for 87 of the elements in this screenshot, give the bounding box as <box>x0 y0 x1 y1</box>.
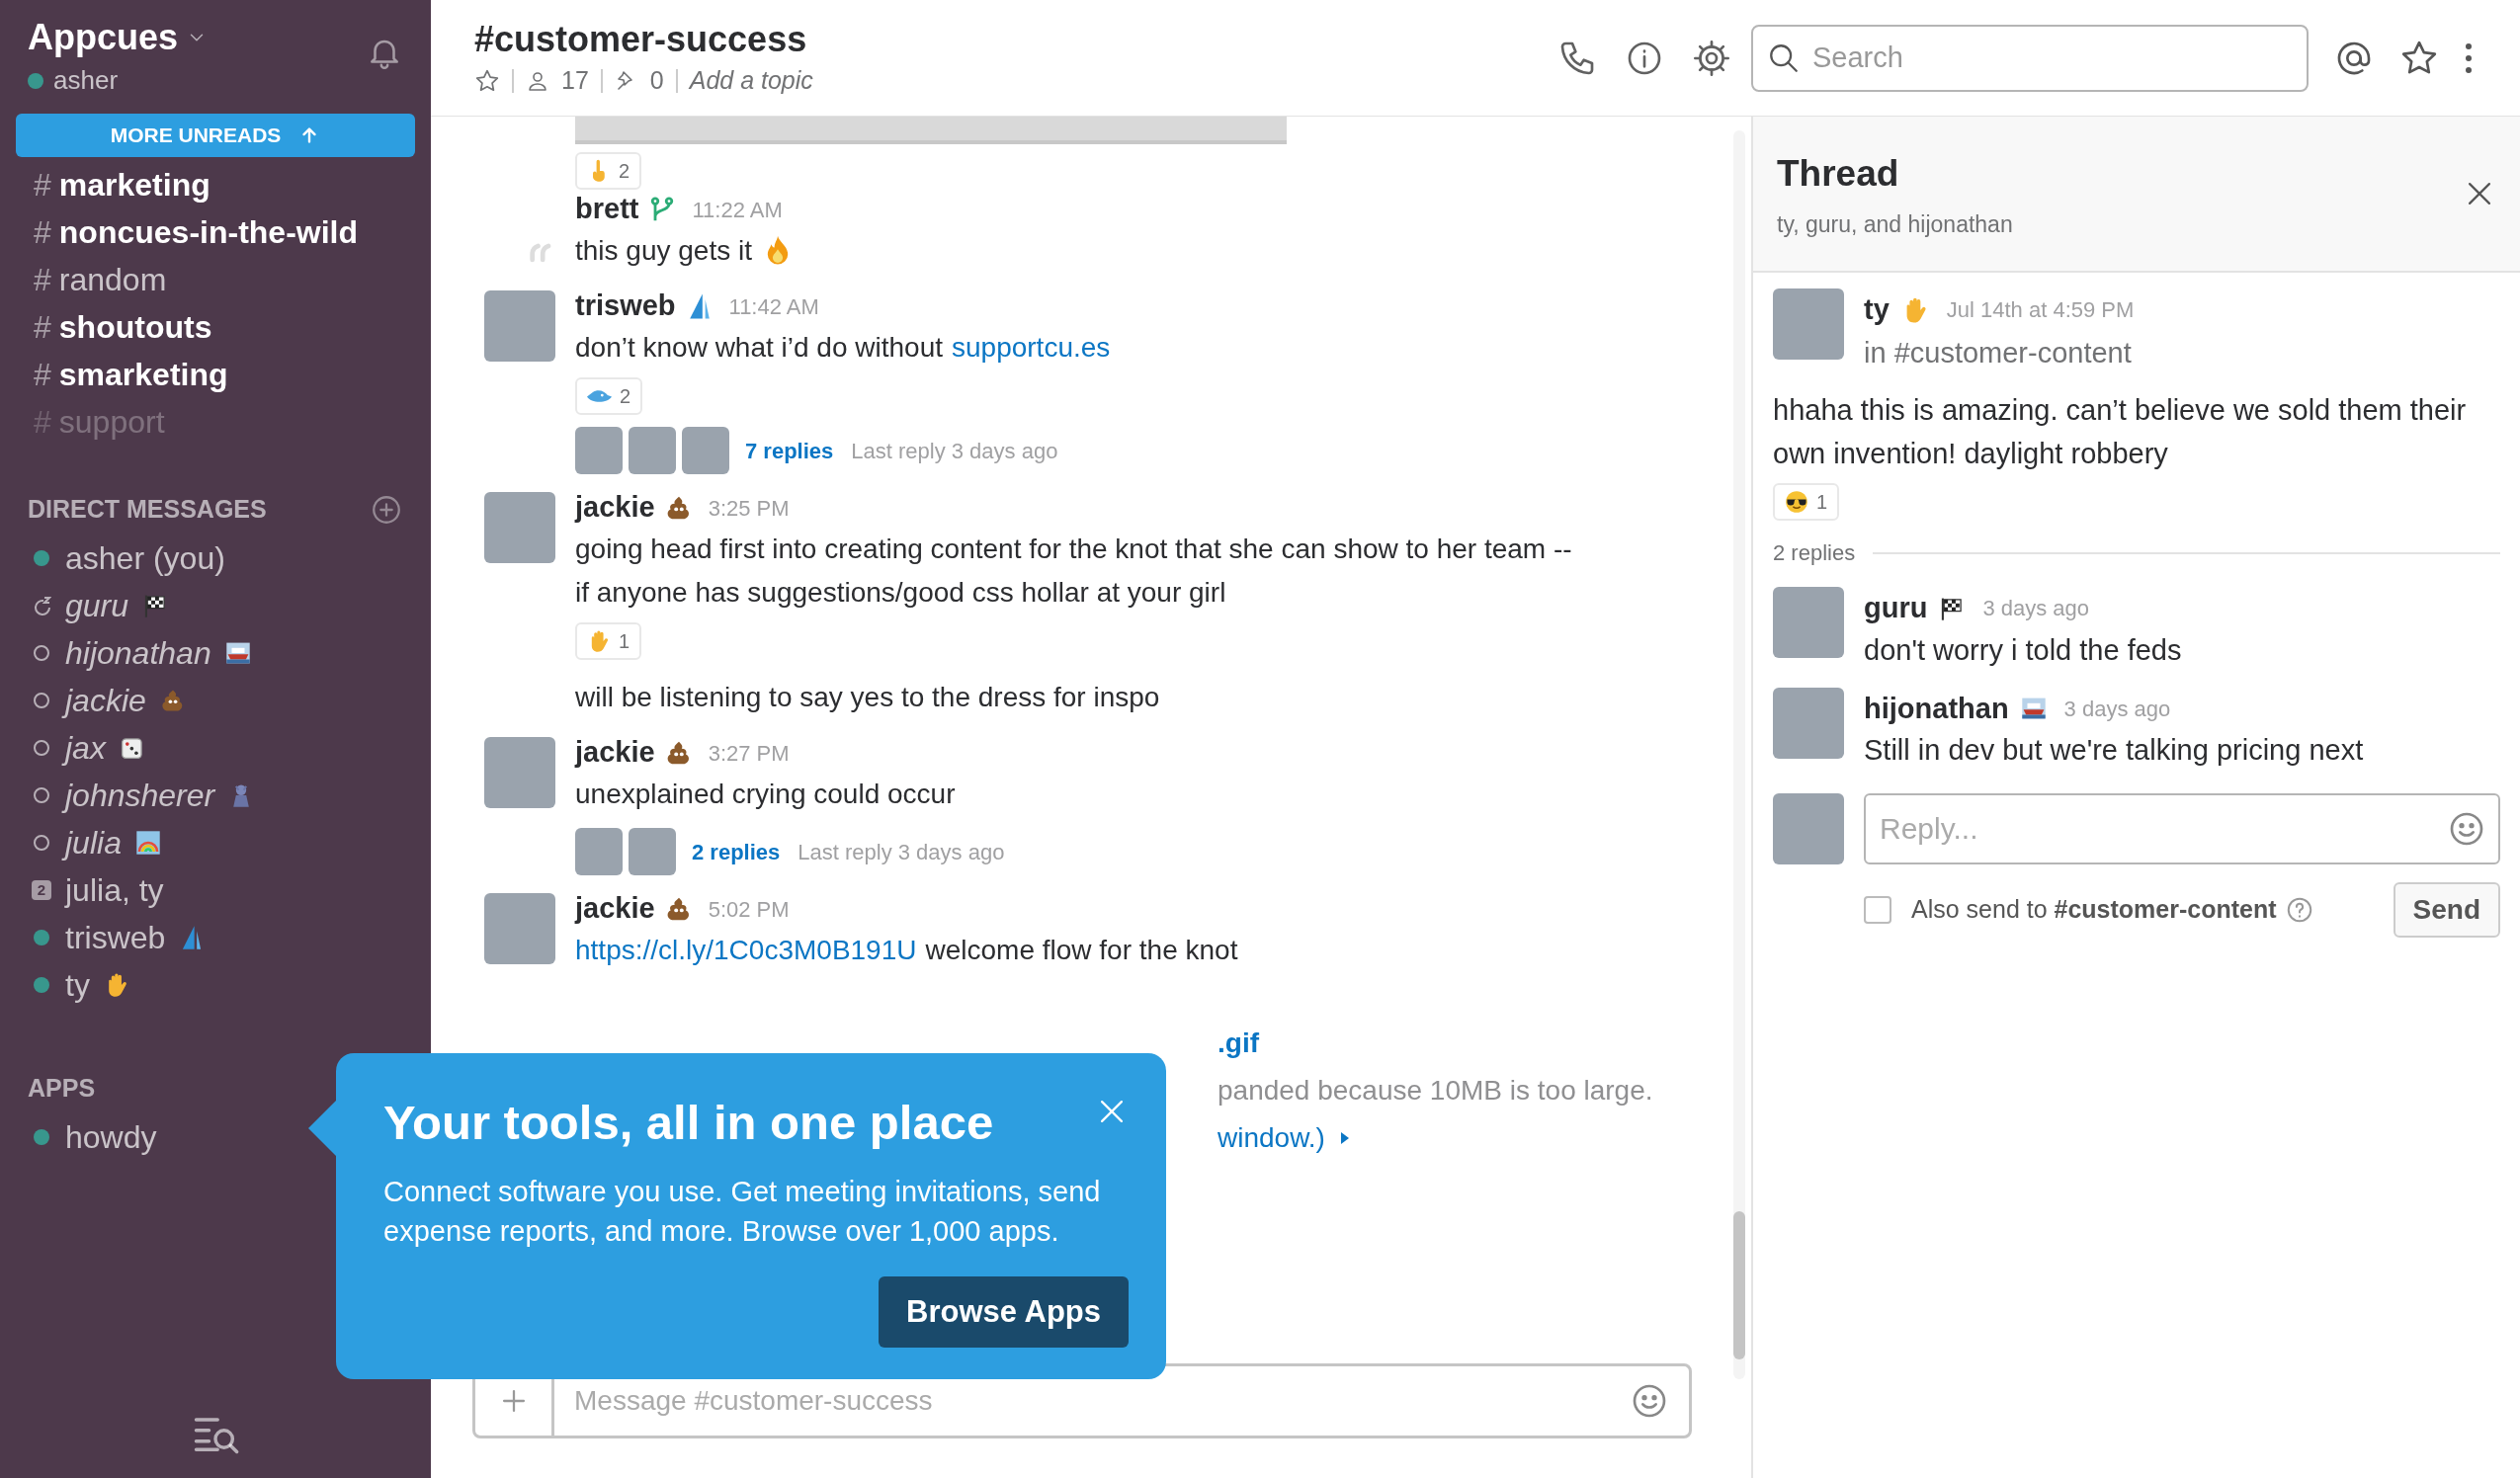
browse-apps-button[interactable]: Browse Apps <box>879 1276 1129 1348</box>
channel-item[interactable]: # shoutouts <box>0 303 431 351</box>
author-name[interactable]: ty <box>1864 288 1890 332</box>
file-link[interactable]: .gif <box>1218 1022 1694 1065</box>
author-name[interactable]: jackie <box>575 887 655 931</box>
message-text: if anyone has suggestions/good css hollar at your girl <box>575 576 1226 610</box>
direct-message-item[interactable]: 2 julia, ty <box>0 866 431 914</box>
pin-count[interactable]: 0 <box>649 61 664 100</box>
replies-link[interactable]: 7 replies <box>745 434 834 467</box>
message-input[interactable]: Message #customer-success <box>472 1363 1692 1438</box>
checkbox-label: Also send to #customer-content <box>1911 894 2277 926</box>
message-text: will be listening to say yes to the dress for inspo <box>575 681 1160 714</box>
popup-text: Connect software you use. Get meeting invitations, send expense reports, and more. Browse over 1,000 apps. <box>383 1175 1102 1249</box>
rainbow-icon <box>134 830 161 856</box>
member-count[interactable]: 17 <box>561 61 589 100</box>
group-count-badge: 2 <box>32 880 51 900</box>
thread-participants: ty, guru, and hijonathan <box>1777 209 2013 239</box>
star-icon[interactable] <box>474 67 500 94</box>
message-text: don’t know what i’d do without <box>575 331 943 365</box>
direct-message-item[interactable]: guru <box>0 582 431 629</box>
avatar-photo <box>629 427 676 474</box>
ship-icon <box>224 640 251 666</box>
popup-title: Your tools, all in one place <box>383 1095 994 1151</box>
avatar-photo <box>682 427 729 474</box>
author-name[interactable]: guru <box>1864 587 1928 630</box>
last-reply-text: Last reply 3 days ago <box>851 437 1058 465</box>
die-icon <box>119 735 145 761</box>
avatar-photo <box>1773 587 1844 658</box>
last-reply-text: Last reply 3 days ago <box>798 838 1005 866</box>
settings-icon[interactable] <box>1692 38 1731 78</box>
boat-icon <box>587 390 612 402</box>
author-name[interactable]: jackie <box>575 486 655 530</box>
channel-item[interactable]: # random <box>0 256 431 303</box>
user-name: asher <box>53 64 119 97</box>
thread-title: Thread <box>1777 152 1900 196</box>
checkbox[interactable] <box>1864 896 1891 924</box>
channel-item[interactable]: # smarketing <box>0 351 431 398</box>
direct-message-item[interactable]: julia <box>0 819 431 866</box>
direct-message-item[interactable]: jax <box>0 724 431 772</box>
reaction-button[interactable]: 2 <box>575 377 643 415</box>
file-link[interactable]: window.) <box>1218 1116 1325 1160</box>
message-text: welcome flow for the knot <box>925 934 1238 967</box>
avatar-photo <box>629 828 676 875</box>
reply-count: 2 replies <box>1773 539 1856 567</box>
sunglasses-face-icon <box>1785 490 1808 514</box>
caret-icon[interactable] <box>1338 1130 1351 1146</box>
avatar-photo <box>575 828 623 875</box>
direct-message-item[interactable]: asher (you) <box>0 534 431 582</box>
reply-field[interactable]: Reply... <box>1864 793 2500 864</box>
message-text: unexplained crying could occur <box>575 778 956 811</box>
message-text: hhaha this is amazing. can’t believe we sold them their own invention! daylight robbery <box>1773 393 2468 471</box>
section-header: DIRECT MESSAGES <box>28 494 267 526</box>
avatar-photo <box>575 427 623 474</box>
section-header: APPS <box>28 1073 96 1105</box>
topic-link[interactable]: Add a topic <box>689 61 813 100</box>
direct-message-item[interactable]: trisweb <box>0 914 431 961</box>
message-link[interactable]: https://cl.ly/1C0c3M0B191U <box>575 929 917 972</box>
author-name[interactable]: trisweb <box>575 285 676 328</box>
file-note: panded because 10MB is too large. <box>1218 1074 1654 1108</box>
direct-message-item[interactable]: ty <box>0 961 431 1009</box>
scrollbar-thumb[interactable] <box>1733 1211 1745 1359</box>
add-circle-icon[interactable] <box>370 493 403 527</box>
team-name[interactable]: Appcues <box>28 14 179 61</box>
author-name[interactable]: hijonathan <box>1864 687 2009 730</box>
channel-link[interactable]: in #customer-content <box>1864 331 2135 374</box>
send-button[interactable]: Send <box>2393 882 2500 938</box>
reaction-button[interactable]: 1 <box>575 622 642 660</box>
reaction-button[interactable]: 1 <box>1773 483 1840 521</box>
avatar-photo <box>1773 793 1844 864</box>
message-text: going head first into creating content for the knot that she can show to her team -- <box>575 533 1572 566</box>
search-field[interactable]: Search <box>1751 24 2309 92</box>
direct-message-item[interactable]: johnsherer <box>0 772 431 819</box>
message-text: don't worry i told the feds <box>1864 632 2182 668</box>
channel-item[interactable]: # marketing <box>0 161 431 208</box>
direct-message-item[interactable]: jackie <box>0 677 431 724</box>
author-name[interactable]: brett <box>575 188 639 231</box>
message-field[interactable]: Message #customer-success <box>554 1366 1630 1436</box>
avatar-photo <box>1773 288 1844 360</box>
channel-title: #customer-success <box>474 17 808 61</box>
message-text: this guy gets it <box>575 234 752 268</box>
message-link[interactable]: supportcu.es <box>952 326 1111 370</box>
direct-message-item[interactable]: hijonathan <box>0 629 431 677</box>
replies-link[interactable]: 2 replies <box>692 835 781 868</box>
reaction-button[interactable]: 2 <box>575 152 642 190</box>
author-name[interactable]: jackie <box>575 731 655 775</box>
channel-item[interactable]: # noncues-in-the-wild <box>0 208 431 256</box>
message-text: Still in dev but we're talking pricing next <box>1864 733 2364 768</box>
